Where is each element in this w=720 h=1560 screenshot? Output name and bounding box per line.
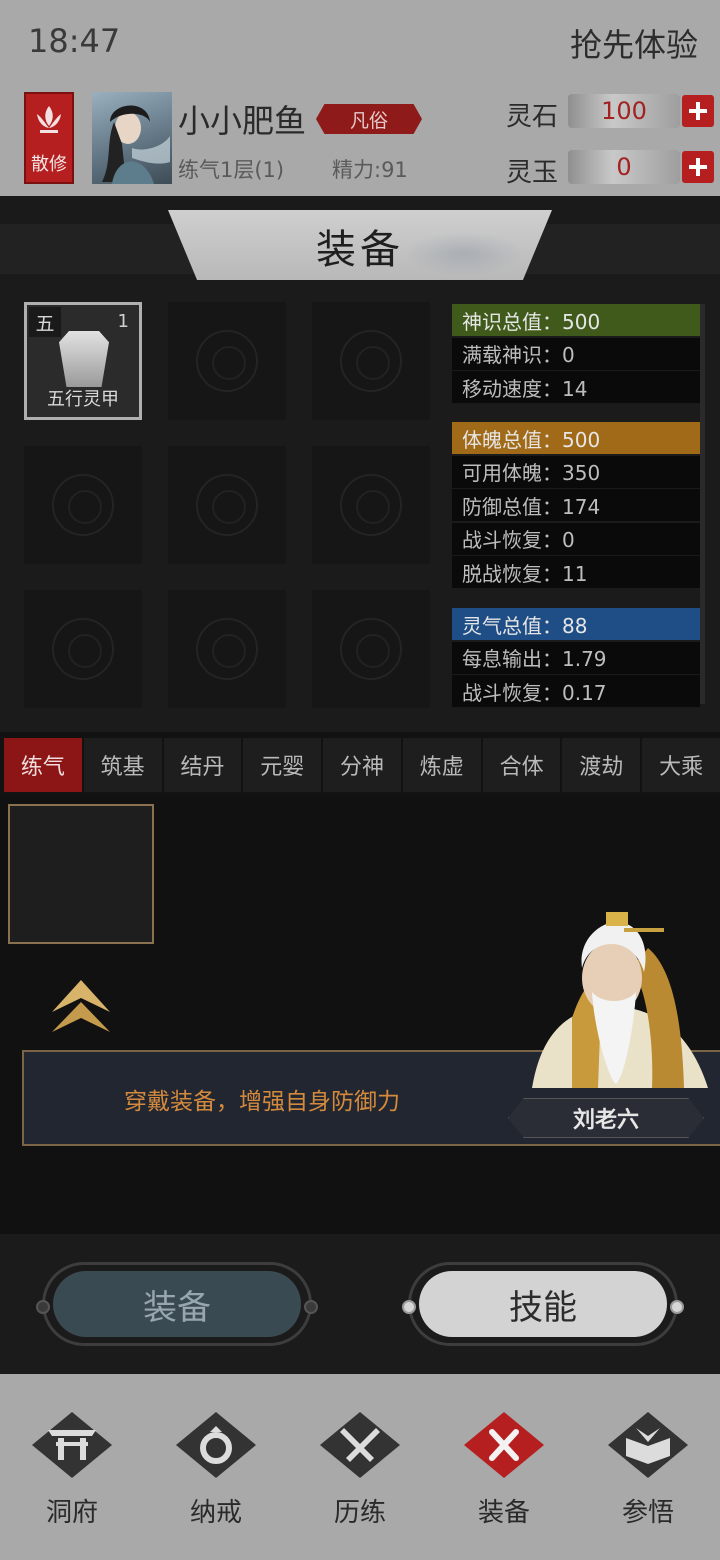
equip-button-frame: 装备	[36, 1262, 318, 1346]
rank-badge: 凡俗	[316, 104, 422, 134]
nav-label: 洞府	[45, 1498, 98, 1528]
lotus-icon	[37, 106, 61, 133]
nav-item-enlightenment[interactable]: 参悟	[576, 1374, 720, 1560]
nav-item-ring[interactable]: 纳戒	[144, 1374, 288, 1560]
stats-scrollbar[interactable]	[700, 304, 705, 704]
open-book-icon	[626, 1428, 670, 1464]
nav-item-equipment[interactable]: 装备	[432, 1374, 576, 1560]
stat-row: 神识总值：500	[452, 304, 700, 336]
armor-icon	[59, 331, 109, 387]
gate-icon	[48, 1430, 96, 1460]
empty-slot-icon	[340, 474, 402, 536]
item-name: 五行灵甲	[47, 389, 119, 410]
item-list-slot[interactable]	[8, 804, 154, 944]
nav-label: 装备	[477, 1498, 530, 1528]
equipment-slot-1[interactable]: 五 1 五行灵甲	[24, 302, 142, 420]
page-title: 装备	[316, 226, 404, 273]
avatar[interactable]	[92, 92, 172, 184]
stat-row: 战斗恢复：0.17	[452, 675, 700, 707]
nav-item-cave[interactable]: 洞府	[0, 1374, 144, 1560]
equipment-slot-4[interactable]	[24, 446, 142, 564]
empty-slot-icon	[196, 618, 258, 680]
empty-slot-icon	[340, 330, 402, 392]
spirit-jade-value: 0	[568, 150, 680, 184]
dialog-text: 穿戴装备，增强自身防御力	[124, 1089, 400, 1115]
ring-icon	[200, 1426, 232, 1464]
stat-row: 战斗恢复：0	[452, 522, 700, 555]
nav-item-training[interactable]: 历练	[288, 1374, 432, 1560]
early-access-button[interactable]: 抢先体验	[570, 20, 698, 66]
empty-slot-icon	[52, 474, 114, 536]
npc-name: 刘老六	[508, 1098, 704, 1138]
equipment-slot-2[interactable]	[168, 302, 286, 420]
spirit-jade-label: 灵玉	[506, 158, 559, 188]
empty-slot-icon	[52, 618, 114, 680]
nav-label: 参悟	[621, 1498, 674, 1528]
tab-spirit-severing[interactable]: 分神	[323, 738, 401, 792]
guide-arrow-icon	[52, 980, 110, 1032]
equipment-slot-5[interactable]	[168, 446, 286, 564]
crossed-swords-icon	[340, 1428, 380, 1462]
add-spirit-stone-button[interactable]	[682, 95, 714, 127]
tab-body-integration[interactable]: 合体	[482, 738, 561, 792]
sect-badge[interactable]: 散修	[24, 92, 74, 184]
tab-qi-refining[interactable]: 练气	[4, 738, 82, 792]
tab-mahayana[interactable]: 大乘	[642, 738, 720, 792]
stat-row: 灵气总值：88	[452, 608, 700, 640]
spirit-stone-label: 灵石	[506, 102, 559, 132]
sect-label: 散修	[31, 154, 67, 175]
player-name: 小小肥鱼	[178, 102, 307, 140]
player-energy: 精力:91	[332, 158, 408, 182]
realm-tabs: 练气 筑基 结丹 元婴 分神 炼虚 合体 渡劫 大乘	[0, 738, 720, 794]
cloud-decoration	[404, 232, 524, 276]
button-knob	[402, 1300, 416, 1314]
tab-nascent-soul[interactable]: 元婴	[243, 738, 322, 792]
nav-label: 纳戒	[189, 1498, 242, 1528]
equipment-slot-9[interactable]	[312, 590, 430, 708]
bottom-nav: 洞府 纳戒 历练 装备 参悟	[0, 1374, 720, 1560]
add-spirit-jade-button[interactable]	[682, 151, 714, 183]
status-time: 18:47	[28, 22, 121, 60]
button-knob	[670, 1300, 684, 1314]
equip-button[interactable]: 装备	[53, 1271, 301, 1337]
tab-tribulation[interactable]: 渡劫	[562, 738, 641, 792]
skill-button-frame: 技能	[402, 1262, 684, 1346]
avatar-portrait-icon	[102, 105, 170, 184]
tab-foundation[interactable]: 筑基	[83, 738, 162, 792]
empty-slot-icon	[340, 618, 402, 680]
button-knob	[36, 1300, 50, 1314]
skill-button[interactable]: 技能	[419, 1271, 667, 1337]
stat-row: 可用体魄：350	[452, 455, 700, 488]
stat-row: 体魄总值：500	[452, 422, 700, 454]
equipment-slot-6[interactable]	[312, 446, 430, 564]
stat-row: 满载神识：0	[452, 337, 700, 370]
stats-group-divine-sense: 神识总值：500 满载神识：0 移动速度：14	[452, 304, 700, 405]
stat-row: 防御总值：174	[452, 489, 700, 521]
stat-row: 移动速度：14	[452, 371, 700, 403]
tab-core-formation[interactable]: 结丹	[163, 738, 242, 792]
equipment-slot-8[interactable]	[168, 590, 286, 708]
tab-void-refining[interactable]: 炼虚	[402, 738, 481, 792]
stat-row: 脱战恢复：11	[452, 556, 700, 588]
item-grade: 五	[29, 307, 61, 337]
close-x-icon	[489, 1429, 519, 1461]
stat-row: 每息输出：1.79	[452, 641, 700, 674]
stats-group-qi: 灵气总值：88 每息输出：1.79 战斗恢复：0.17	[452, 608, 700, 709]
empty-slot-icon	[196, 330, 258, 392]
item-count: 1	[117, 311, 129, 332]
nav-label: 历练	[333, 1498, 386, 1528]
empty-slot-icon	[196, 474, 258, 536]
spirit-stone-value: 100	[568, 94, 680, 128]
button-knob	[304, 1300, 318, 1314]
equipment-slot-7[interactable]	[24, 590, 142, 708]
equipment-slot-3[interactable]	[312, 302, 430, 420]
player-level: 练气1层(1)	[178, 158, 285, 182]
stats-group-body: 体魄总值：500 可用体魄：350 防御总值：174 战斗恢复：0 脱战恢复：1…	[452, 422, 700, 590]
npc-portrait-icon	[532, 912, 708, 1088]
